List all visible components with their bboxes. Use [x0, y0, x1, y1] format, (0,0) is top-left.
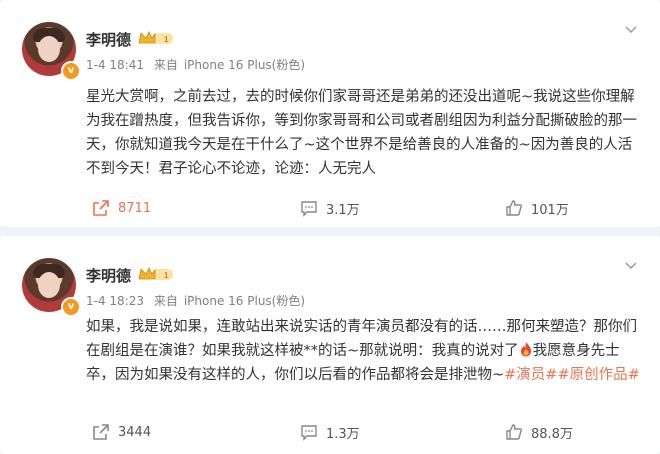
repost-button[interactable]: 3444 — [92, 412, 151, 452]
topic-link-actor[interactable]: #演员# — [504, 367, 557, 383]
comment-icon — [301, 201, 317, 217]
repost-button[interactable]: 8711 — [92, 188, 151, 228]
author-name[interactable]: 李明德 — [86, 29, 131, 50]
topic-link-original[interactable]: #原创作品# — [557, 367, 639, 383]
avatar-face — [38, 36, 60, 62]
author-name[interactable]: 李明德 — [86, 265, 131, 286]
like-button[interactable]: 88.8万 — [505, 412, 573, 452]
post-meta: 1-4 18:23 来自 iPhone 16 Plus(粉色) — [86, 292, 311, 309]
avatar-face — [38, 272, 60, 298]
like-icon — [506, 424, 522, 440]
comment-icon — [301, 425, 317, 441]
like-count: 101万 — [531, 202, 569, 218]
repost-icon — [93, 424, 109, 440]
repost-count: 3444 — [118, 424, 152, 440]
verified-v-icon: v — [61, 297, 81, 317]
comment-button[interactable]: 3.1万 — [300, 188, 360, 228]
post-meta: 1-4 18:41 来自 iPhone 16 Plus(粉色) — [86, 56, 311, 73]
post-time[interactable]: 1-4 18:23 — [86, 294, 144, 308]
post-actions: 8711 3.1万 101万 — [0, 188, 660, 228]
comment-button[interactable]: 1.3万 — [300, 412, 360, 452]
verified-v-icon: v — [61, 61, 81, 81]
source-prefix: 来自 — [153, 58, 178, 72]
crown-level-icon[interactable]: 1 — [138, 30, 174, 46]
chevron-down-icon[interactable] — [624, 22, 638, 36]
post-text: 如果，我是说如果，连敢站出来说实话的青年演员都没有的话……那何来塑造？那你们在剧… — [86, 315, 646, 387]
comment-count: 1.3万 — [326, 426, 360, 442]
source-prefix: 来自 — [153, 294, 178, 308]
post-card: v 李明德 1 1-4 18:41 来自 iPhone 16 Plus(粉色) 星… — [0, 0, 660, 227]
source-device: iPhone 16 Plus(粉色) — [183, 294, 306, 308]
svg-text:1: 1 — [164, 35, 169, 44]
chevron-down-icon[interactable] — [624, 258, 638, 272]
weibo-feed: v 李明德 1 1-4 18:41 来自 iPhone 16 Plus(粉色) 星… — [0, 0, 660, 454]
fire-emoji-icon — [520, 342, 531, 357]
like-count: 88.8万 — [531, 426, 573, 442]
comment-count: 3.1万 — [326, 202, 360, 218]
repost-count: 8711 — [118, 200, 152, 216]
post-time[interactable]: 1-4 18:41 — [86, 58, 144, 72]
post-text: 星光大赏啊，之前去过，去的时候你们家哥哥还是弟弟的还没出道呢~我说这些你理解为我… — [86, 89, 637, 177]
post-actions: 3444 1.3万 88.8万 — [0, 412, 660, 452]
like-icon — [506, 200, 522, 216]
crown-level-icon[interactable]: 1 — [138, 266, 174, 282]
like-button[interactable]: 101万 — [505, 188, 569, 228]
repost-icon — [93, 200, 109, 216]
svg-text:1: 1 — [164, 271, 169, 280]
source-device: iPhone 16 Plus(粉色) — [183, 58, 306, 72]
